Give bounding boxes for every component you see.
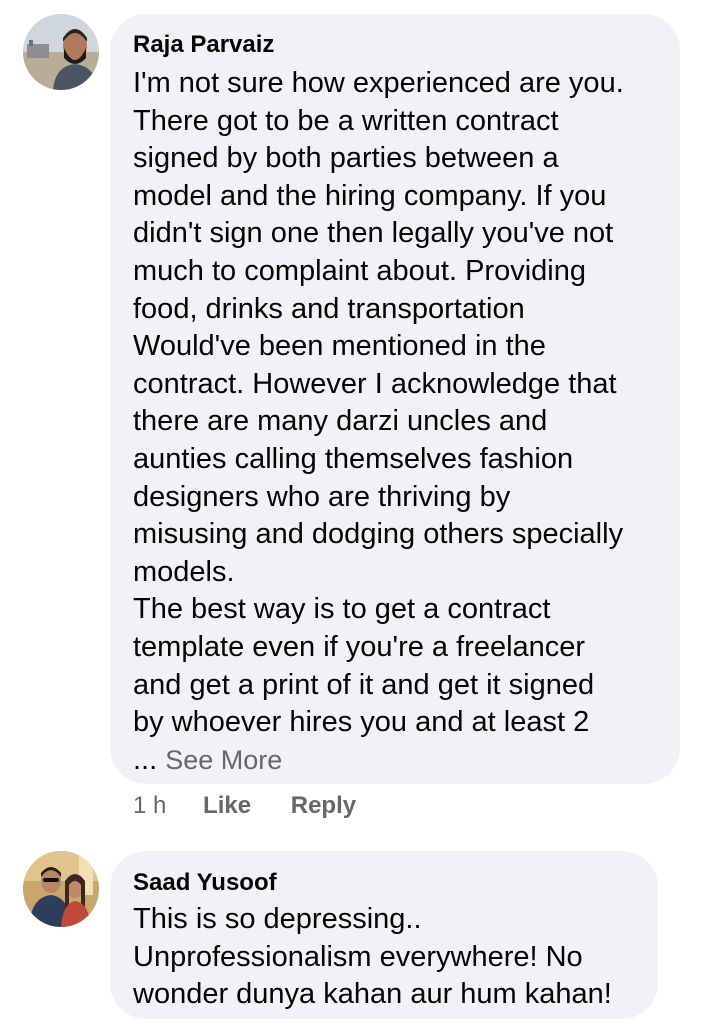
comment-author[interactable]: Raja Parvaiz	[133, 31, 680, 59]
like-button[interactable]: Like	[203, 792, 251, 820]
avatar-photo	[23, 14, 99, 90]
see-more-link[interactable]: See More	[165, 745, 282, 775]
comment-line: models.	[133, 555, 235, 588]
comment-line: aunties calling themselves fashion	[133, 442, 574, 475]
comment-line: template even if you're a freelancer	[133, 630, 586, 663]
ellipsis: ...	[133, 743, 158, 776]
comment-actions: 1 h Like Reply	[133, 792, 389, 820]
see-more-line: ... See More	[133, 742, 680, 780]
comment-line: signed by both parties between a	[133, 142, 559, 175]
comment-line: misusing and dodging others specially	[133, 518, 624, 551]
comment-bubble: Raja Parvaiz I'm not sure how experience…	[110, 14, 680, 784]
comment-bubble: Saad Yusoof This is so depressing.. Unpr…	[110, 851, 658, 1019]
comment-line: This is so depressing..	[133, 903, 422, 935]
comment-author[interactable]: Saad Yusoof	[133, 869, 658, 897]
comment-line: didn't sign one then legally you've not	[133, 217, 614, 250]
comment-line: contract. However I acknowledge that	[133, 367, 617, 400]
comment-line: There got to be a written contract	[133, 104, 559, 137]
comment-line: and get a print of it and get it signed	[133, 668, 595, 701]
comment-line: food, drinks and transportation	[133, 292, 525, 325]
comment-timestamp[interactable]: 1 h	[133, 792, 166, 820]
comment-line: by whoever hires you and at least 2	[133, 706, 590, 739]
reply-button[interactable]: Reply	[291, 792, 356, 820]
comment-text: I'm not sure how experienced are you. Th…	[133, 65, 680, 779]
comment-text: This is so depressing.. Unprofessionalis…	[133, 901, 658, 1014]
comment-line: there are many darzi uncles and	[133, 405, 548, 438]
avatar[interactable]	[23, 14, 99, 90]
comment-line: designers who are thriving by	[133, 480, 511, 513]
comments-thread: Raja Parvaiz I'm not sure how experience…	[0, 0, 710, 1024]
avatar[interactable]	[23, 851, 99, 927]
comment-line: wonder dunya kahan aur hum kahan!	[133, 978, 612, 1011]
comment-line: The best way is to get a contract	[133, 593, 551, 626]
comment-line: Would've been mentioned in the	[133, 330, 546, 363]
comment-line: much to complaint about. Providing	[133, 254, 586, 287]
avatar-photo	[23, 851, 99, 927]
comment-line: I'm not sure how experienced are you.	[133, 67, 624, 99]
comment-line: Unprofessionalism everywhere! No	[133, 940, 583, 973]
comment-line: model and the hiring company. If you	[133, 179, 607, 212]
